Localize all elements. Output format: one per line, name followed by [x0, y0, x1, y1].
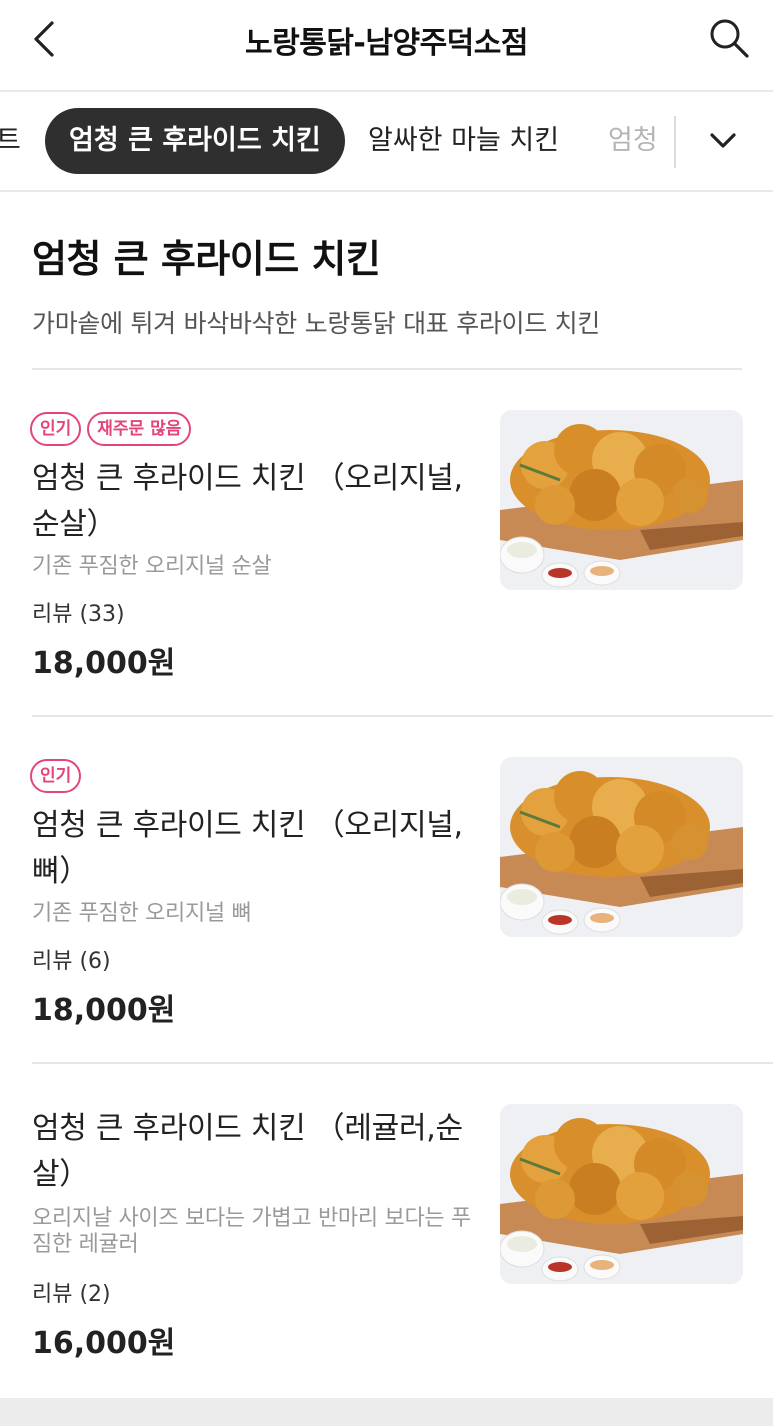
menu-item[interactable]: 인기 엄청 큰 후라이드 치킨 （오리지널,뼈） 기존 푸짐한 오리지널 뼈 리… — [0, 717, 773, 1064]
menu-item-price: 16,000원 — [32, 1326, 176, 1361]
tab-divider — [674, 116, 676, 168]
menu-item[interactable]: 인기 재주문 많음 엄청 큰 후라이드 치킨 （오리지널,순살） 기존 푸짐한 … — [0, 370, 773, 717]
menu-item-price: 18,000원 — [32, 646, 176, 681]
menu-item-name: 엄청 큰 후라이드 치킨 （레귤러,순살） — [32, 1111, 463, 1192]
badge-group: 인기 재주문 많음 — [30, 412, 192, 446]
app-header: 노랑통닭-남양주덕소점 — [0, 0, 773, 90]
chevron-down-icon — [710, 133, 736, 148]
menu-item-price: 18,000원 — [32, 993, 176, 1028]
menu-item-name: 엄청 큰 후라이드 치킨 （오리지널,뼈） — [32, 808, 463, 889]
badge-group: 인기 — [30, 759, 82, 793]
search-button[interactable] — [703, 12, 755, 64]
bottom-section-divider — [0, 1398, 773, 1426]
fried-chicken-image — [500, 757, 743, 937]
review-count: 리뷰 (2) — [32, 1282, 111, 1307]
menu-item[interactable]: 엄청 큰 후라이드 치킨 （레귤러,순살） 오리지날 사이즈 보다는 가볍고 반… — [0, 1064, 773, 1411]
popular-badge: 인기 — [30, 412, 82, 446]
reorder-badge: 재주문 많음 — [87, 412, 192, 446]
review-count: 리뷰 (33) — [32, 602, 125, 627]
category-tab-bar: 트 엄청 큰 후라이드 치킨 알싸한 마늘 치킨 엄청 — [0, 90, 773, 192]
fried-chicken-image — [500, 1104, 743, 1284]
tab-next[interactable]: 엄청 — [608, 108, 658, 174]
popular-badge: 인기 — [30, 759, 82, 793]
tab-garlic-chicken[interactable]: 알싸한 마늘 치킨 — [368, 108, 559, 174]
menu-item-description: 기존 푸짐한 오리지널 순살 — [32, 554, 272, 579]
expand-categories-button[interactable] — [690, 108, 756, 174]
tab-previous[interactable]: 트 — [0, 108, 21, 174]
menu-item-description: 오리지날 사이즈 보다는 가볍고 반마리 보다는 푸짐한 레귤러 — [32, 1206, 471, 1257]
search-icon — [710, 19, 749, 58]
fried-chicken-image — [500, 410, 743, 590]
section-description: 가마솥에 튀겨 바삭바삭한 노랑통닭 대표 후라이드 치킨 — [32, 309, 600, 338]
page-title: 노랑통닭-남양주덕소점 — [245, 26, 528, 61]
tab-huge-fried-chicken[interactable]: 엄청 큰 후라이드 치킨 — [45, 108, 345, 174]
review-count: 리뷰 (6) — [32, 949, 111, 974]
menu-item-description: 기존 푸짐한 오리지널 뼈 — [32, 901, 252, 926]
menu-item-name: 엄청 큰 후라이드 치킨 （오리지널,순살） — [32, 461, 463, 542]
section-title: 엄청 큰 후라이드 치킨 — [32, 237, 381, 281]
